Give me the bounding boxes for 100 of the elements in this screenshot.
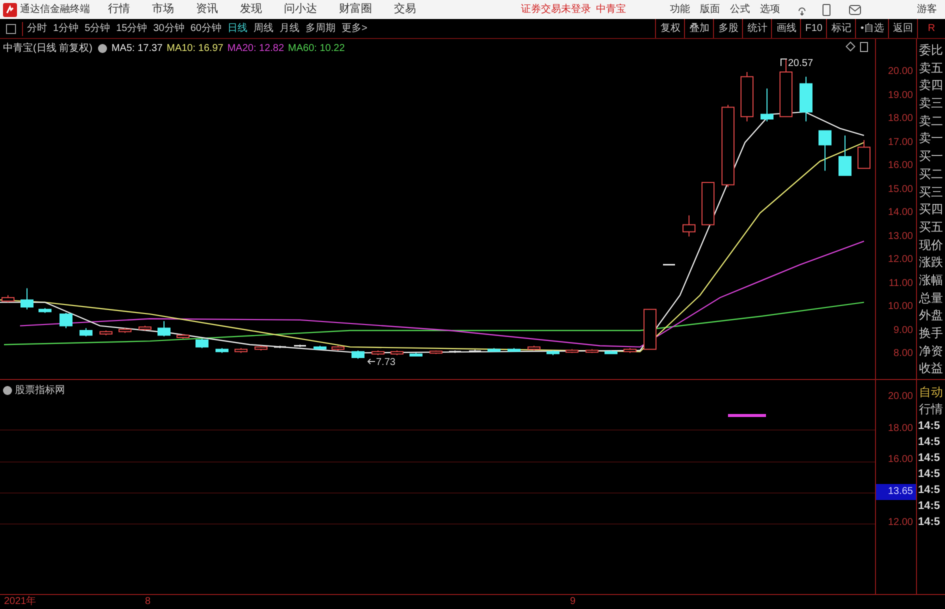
candlestick bbox=[740, 72, 754, 122]
period-tab[interactable]: 1分钟 bbox=[53, 22, 79, 36]
candlestick bbox=[332, 345, 344, 351]
quote-label: 买一 bbox=[918, 148, 944, 166]
ma-label: MA5: 17.37 bbox=[111, 42, 163, 56]
candlestick bbox=[586, 348, 598, 354]
quote-label: 卖四 bbox=[918, 77, 944, 94]
candlestick bbox=[254, 345, 268, 351]
quote-label: 买二 bbox=[918, 166, 944, 183]
corner-label: R bbox=[917, 19, 945, 38]
logo-icon bbox=[3, 2, 17, 16]
period-tab[interactable]: 多周期 bbox=[306, 22, 336, 36]
candlestick bbox=[410, 352, 422, 357]
candlestick bbox=[430, 350, 442, 354]
candlestick bbox=[196, 338, 208, 349]
candlestick bbox=[100, 330, 112, 336]
quote-label: 收益 bbox=[918, 360, 944, 378]
quote-label: 买四 bbox=[918, 201, 944, 218]
period-tab[interactable]: 5分钟 bbox=[84, 22, 110, 36]
candlestick bbox=[528, 345, 540, 351]
quote-label: 买三 bbox=[918, 184, 944, 200]
toolbar-button[interactable]: F10 bbox=[800, 19, 826, 38]
candlestick bbox=[624, 348, 636, 354]
menu-item[interactable]: 发现 bbox=[240, 1, 262, 18]
toolbar-button[interactable]: 标记 bbox=[826, 19, 856, 38]
quote-label: 卖二 bbox=[918, 112, 944, 130]
time-label: 14:5 bbox=[917, 451, 942, 466]
period-tab[interactable]: 60分钟 bbox=[190, 22, 222, 36]
candlestick bbox=[546, 350, 560, 356]
menu-item[interactable]: 问小达 bbox=[284, 1, 317, 18]
toolbar-button[interactable]: 统计 bbox=[742, 19, 772, 38]
app-title: 通达信金融终端 bbox=[20, 2, 91, 17]
menu-item[interactable]: 资讯 bbox=[196, 1, 218, 18]
period-tab[interactable]: 周线 bbox=[254, 22, 274, 36]
high-price-label: 20.57 bbox=[788, 57, 814, 71]
candlestick bbox=[372, 350, 384, 356]
date-label: 8 bbox=[145, 595, 151, 608]
quote-label: 现价 bbox=[918, 236, 944, 254]
indicator-title: 股票指标网 bbox=[15, 384, 65, 398]
menu-item[interactable]: 公式 bbox=[730, 2, 750, 17]
period-tab[interactable]: 日线 bbox=[228, 22, 248, 36]
time-label: 14:5 bbox=[917, 467, 942, 482]
axis-label: 19.00 bbox=[886, 88, 914, 102]
menu-item[interactable]: 功能 bbox=[670, 2, 690, 17]
toolbar-button[interactable]: 返回 bbox=[888, 19, 917, 38]
axis-label: 16.00 bbox=[886, 159, 914, 173]
candlestick bbox=[488, 348, 500, 352]
menu-item[interactable]: 交易 bbox=[394, 1, 416, 18]
candlestick bbox=[663, 264, 675, 266]
axis-label: 20.00 bbox=[886, 390, 914, 404]
candlestick bbox=[644, 308, 656, 350]
phone-icon[interactable] bbox=[822, 4, 831, 16]
panel-icon[interactable] bbox=[6, 24, 16, 34]
panel-icon[interactable] bbox=[860, 42, 868, 52]
period-tab[interactable]: 15分钟 bbox=[116, 22, 148, 36]
quote-label: 净资 bbox=[918, 342, 944, 360]
menu-item[interactable]: 市场 bbox=[152, 1, 174, 18]
period-tab[interactable]: 更多> bbox=[342, 22, 368, 36]
candlestick bbox=[234, 348, 248, 354]
candlestick bbox=[682, 214, 696, 237]
menu-item[interactable]: 版面 bbox=[700, 2, 720, 17]
candlestick bbox=[2, 294, 14, 303]
menu-item[interactable]: 行情 bbox=[108, 1, 130, 18]
candlestick bbox=[216, 348, 228, 354]
quote-label: 卖五 bbox=[918, 60, 944, 77]
candlestick bbox=[38, 308, 52, 314]
axis-label: 13.00 bbox=[886, 230, 914, 244]
axis-label: 11.00 bbox=[888, 276, 914, 290]
toolbar-button[interactable]: 画线 bbox=[771, 19, 800, 38]
mail-icon[interactable] bbox=[849, 4, 861, 14]
toolbar-button[interactable]: 复权 bbox=[655, 19, 684, 38]
toolbar-button[interactable]: 多股 bbox=[713, 19, 742, 38]
axis-label: 10.00 bbox=[886, 300, 914, 314]
date-label: 2021年 bbox=[4, 595, 36, 608]
candlestick bbox=[80, 328, 92, 337]
ma-label: MA20: 12.82 bbox=[227, 42, 284, 56]
quote-label: 涨跌 bbox=[918, 254, 944, 272]
candlestick bbox=[838, 134, 852, 176]
login-status[interactable]: 证券交易未登录 bbox=[521, 2, 591, 17]
menu-item[interactable]: 选项 bbox=[760, 2, 780, 17]
period-tab[interactable]: 30分钟 bbox=[153, 22, 184, 36]
side-label[interactable]: 自动 bbox=[917, 384, 945, 401]
toolbar-button[interactable]: •自选 bbox=[855, 19, 888, 38]
toolbar-button[interactable]: 叠加 bbox=[684, 19, 714, 38]
period-tab[interactable]: 月线 bbox=[280, 22, 300, 36]
axis-label: 13.65 bbox=[876, 484, 916, 500]
axis-label: 18.00 bbox=[886, 112, 914, 126]
candlestick bbox=[138, 325, 152, 331]
period-tab[interactable]: 分时 bbox=[27, 22, 47, 36]
candlestick bbox=[176, 334, 190, 340]
side-label[interactable]: 行情 bbox=[917, 401, 945, 418]
quote-label: 买五 bbox=[918, 218, 944, 236]
menu-item[interactable]: 财富圈 bbox=[339, 1, 372, 18]
quote-label: 换手 bbox=[918, 325, 944, 342]
time-label: 14:5 bbox=[917, 419, 942, 434]
axis-label: 16.00 bbox=[886, 453, 914, 467]
candlestick bbox=[60, 312, 72, 329]
candlestick bbox=[274, 345, 286, 349]
user-label[interactable]: 游客 bbox=[917, 2, 937, 17]
stock-name: 中青宝 bbox=[596, 2, 626, 17]
